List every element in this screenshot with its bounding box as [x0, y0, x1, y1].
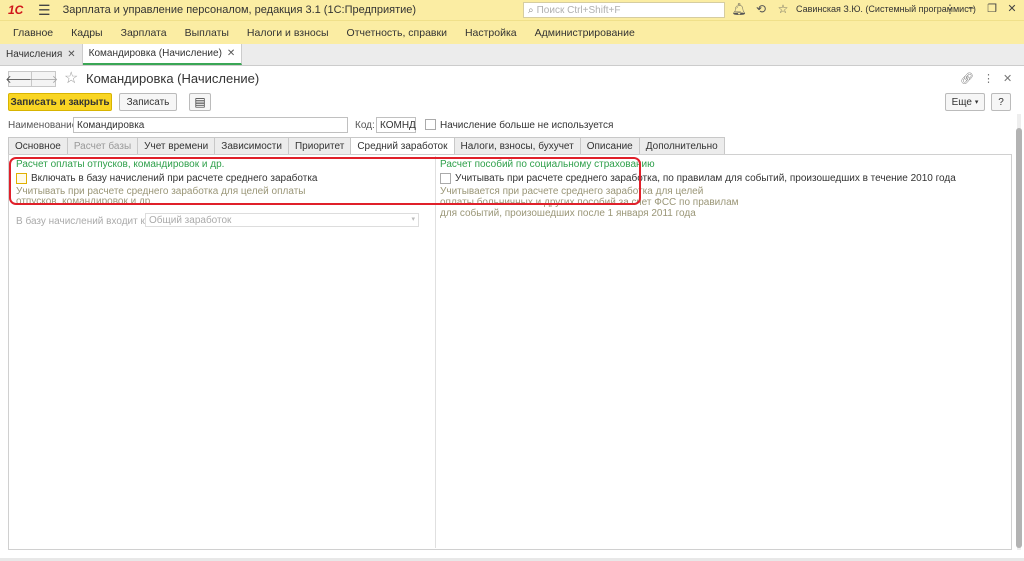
- tab-additional[interactable]: Дополнительно: [639, 137, 725, 155]
- vertical-scrollbar[interactable]: [1015, 114, 1022, 550]
- form-tabs: Основное Расчет базы Учет времени Зависи…: [8, 137, 725, 155]
- name-label: Наименование:: [8, 120, 81, 131]
- unused-checkbox[interactable]: [425, 119, 436, 130]
- open-tab-accruals[interactable]: Начисления ✕: [0, 44, 83, 65]
- app-title: Зарплата и управление персоналом, редакц…: [62, 4, 417, 16]
- more-menu-icon[interactable]: ⋮: [942, 2, 958, 16]
- bell-icon[interactable]: 🔔︎: [731, 2, 747, 16]
- form-more-icon[interactable]: ⋮: [983, 72, 994, 85]
- history-icon[interactable]: ⟲: [753, 2, 769, 16]
- tab-priority[interactable]: Приоритет: [288, 137, 352, 155]
- base-type-value: Общий заработок: [149, 214, 232, 226]
- scrollbar-thumb[interactable]: [1016, 128, 1022, 548]
- tab-base-calc[interactable]: Расчет базы: [67, 137, 139, 155]
- open-tab-label: Начисления: [6, 49, 63, 60]
- close-icon[interactable]: ✕: [1003, 2, 1021, 15]
- tab-average-earnings[interactable]: Средний заработок: [351, 137, 455, 155]
- help-button[interactable]: ?: [991, 93, 1011, 111]
- tab-time-accounting[interactable]: Учет времени: [138, 137, 216, 155]
- tab-taxes[interactable]: Налоги, взносы, бухучет: [454, 137, 581, 155]
- close-tab-icon[interactable]: ✕: [67, 49, 75, 60]
- menu-item-admin[interactable]: Администрирование: [526, 27, 644, 39]
- favorites-star-icon[interactable]: ☆: [775, 2, 791, 16]
- social-hint-line3: для событий, произошедших после 1 января…: [440, 208, 696, 219]
- menu-item-settings[interactable]: Настройка: [456, 27, 526, 39]
- menu-item-hr[interactable]: Кадры: [62, 27, 111, 39]
- global-search[interactable]: ⌕: [523, 2, 725, 18]
- code-field[interactable]: КОМНД: [376, 117, 416, 133]
- highlight-annotation: [9, 157, 641, 205]
- report-list-icon[interactable]: ▤: [189, 93, 211, 111]
- form-close-icon[interactable]: ✕: [1003, 72, 1012, 85]
- minimize-icon[interactable]: –: [962, 2, 980, 14]
- save-button[interactable]: Записать: [119, 93, 177, 111]
- tab-description[interactable]: Описание: [580, 137, 640, 155]
- name-field[interactable]: Командировка: [73, 117, 348, 133]
- main-menu: Главное Кадры Зарплата Выплаты Налоги и …: [0, 20, 1024, 44]
- search-icon: ⌕: [528, 4, 534, 16]
- app-logo: 1С: [8, 3, 24, 17]
- base-type-select: Общий заработок ▾: [145, 213, 419, 227]
- open-tab-label: Командировка (Начисление): [88, 48, 222, 59]
- chevron-down-icon: ▾: [974, 99, 979, 106]
- more-actions-button[interactable]: Еще ▾: [945, 93, 985, 111]
- menu-item-reports[interactable]: Отчетность, справки: [338, 27, 456, 39]
- menu-item-main[interactable]: Главное: [4, 27, 62, 39]
- restore-icon[interactable]: ❐: [983, 2, 1001, 15]
- menu-item-salary[interactable]: Зарплата: [112, 27, 176, 39]
- menu-item-payments[interactable]: Выплаты: [176, 27, 238, 39]
- unused-label: Начисление больше не используется: [440, 120, 614, 131]
- forward-arrow-icon[interactable]: 🡒: [29, 71, 58, 87]
- base-type-label: В базу начислений входит как:: [16, 216, 158, 227]
- form-title: Командировка (Начисление): [86, 71, 260, 86]
- code-label: Код:: [355, 120, 375, 131]
- search-input[interactable]: [536, 4, 717, 16]
- tab-dependencies[interactable]: Зависимости: [215, 137, 289, 155]
- open-tab-business-trip[interactable]: Командировка (Начисление) ✕: [82, 44, 243, 65]
- link-icon[interactable]: 🔗︎: [960, 72, 974, 85]
- nav-buttons: 🡐 🡒: [5, 71, 58, 87]
- hamburger-menu-icon[interactable]: ☰: [38, 2, 51, 19]
- chevron-down-icon: ▾: [411, 216, 415, 223]
- more-actions-label: Еще: [951, 96, 972, 108]
- favorite-star-icon[interactable]: ☆: [64, 68, 78, 88]
- open-windows-bar: Начисления ✕ Командировка (Начисление) ✕: [0, 44, 1024, 66]
- menu-item-taxes[interactable]: Налоги и взносы: [238, 27, 338, 39]
- save-and-close-button[interactable]: Записать и закрыть: [8, 93, 112, 111]
- tab-main[interactable]: Основное: [8, 137, 68, 155]
- close-tab-icon[interactable]: ✕: [227, 48, 235, 59]
- column-divider: [435, 156, 436, 548]
